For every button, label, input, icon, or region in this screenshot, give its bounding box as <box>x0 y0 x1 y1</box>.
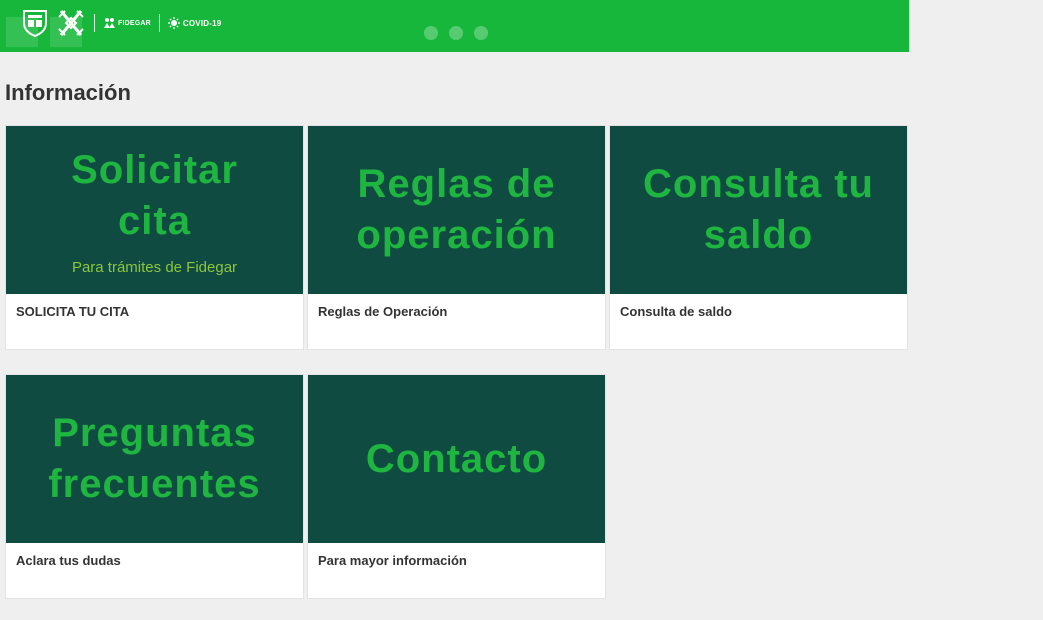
card-consulta-saldo[interactable]: Consulta tu saldo Consulta de saldo <box>609 125 908 350</box>
card-caption[interactable]: Para mayor información <box>308 543 605 568</box>
carousel-dot[interactable] <box>424 26 438 40</box>
cdmx-shield-icon <box>23 10 47 37</box>
carousel-dot[interactable] <box>474 26 488 40</box>
fidegar-logo-text: FIDEGAR <box>118 19 151 27</box>
card-preguntas-frecuentes[interactable]: Preguntas frecuentes Aclara tus dudas <box>5 374 304 599</box>
logo-separator <box>158 14 160 32</box>
cdmx-x-logo-icon <box>58 10 84 36</box>
card-image[interactable]: Contacto <box>308 375 605 543</box>
card-caption[interactable]: Consulta de saldo <box>610 294 907 319</box>
fidegar-figure-icon <box>104 18 115 28</box>
logo-separator <box>94 14 95 32</box>
card-headline: Preguntas frecuentes <box>48 411 261 506</box>
card-headline: Reglas de operación <box>356 162 557 257</box>
card-caption[interactable]: SOLICITA TU CITA <box>6 294 303 319</box>
card-contacto[interactable]: Contacto Para mayor información <box>307 374 606 599</box>
card-image[interactable]: Preguntas frecuentes <box>6 375 303 543</box>
covid-logo-text: COVID-19 <box>182 18 222 28</box>
card-headline: Contacto <box>365 436 548 481</box>
fidegar-logo: FIDEGAR <box>103 17 151 29</box>
card-reglas-de-operacion[interactable]: Reglas de operación Reglas de Operación <box>307 125 606 350</box>
card-headline: Consulta tu saldo <box>643 162 874 257</box>
card-caption[interactable]: Reglas de Operación <box>308 294 605 319</box>
card-image[interactable]: Solicitar cita Para trámites de Fidegar <box>6 126 303 294</box>
card-image[interactable]: Reglas de operación <box>308 126 605 294</box>
banner-logos: FIDEGAR COVID-19 <box>22 7 221 39</box>
card-caption[interactable]: Aclara tus dudas <box>6 543 303 568</box>
card-solicitar-cita[interactable]: Solicitar cita Para trámites de Fidegar … <box>5 125 304 350</box>
virus-icon <box>167 17 180 29</box>
hero-banner[interactable]: FIDEGAR COVID-19 <box>0 0 909 52</box>
section-title: Información <box>5 80 131 105</box>
carousel-dot[interactable] <box>449 26 463 40</box>
card-headline: Solicitar cita <box>71 147 238 243</box>
covid-logo: COVID-19 <box>167 17 222 29</box>
card-image[interactable]: Consulta tu saldo <box>610 126 907 294</box>
carousel-dots <box>424 26 488 40</box>
card-subheadline: Para trámites de Fidegar <box>71 258 238 276</box>
